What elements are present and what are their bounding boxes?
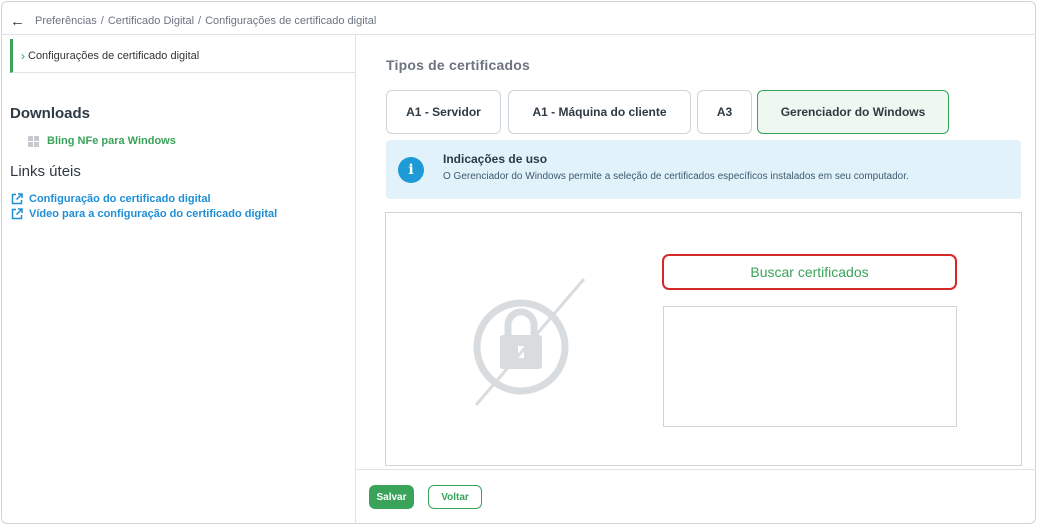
download-link-bling-nfe[interactable]: Bling NFe para Windows	[28, 135, 176, 147]
breadcrumb-item-current: Configurações de certificado digital	[205, 15, 377, 27]
no-certificate-lock-icon	[473, 278, 586, 406]
sidebar-item-configuracoes[interactable]: › Configurações de certificado digital	[10, 39, 356, 73]
link-label: Configuração do certificado digital	[29, 193, 211, 205]
save-button[interactable]: Salvar	[369, 485, 414, 509]
links-heading: Links úteis	[10, 163, 81, 180]
info-title: Indicações de uso	[443, 152, 548, 166]
breadcrumb-item-preferencias[interactable]: Preferências	[35, 15, 97, 27]
download-link-label: Bling NFe para Windows	[47, 135, 176, 147]
tab-a1-maquina-cliente[interactable]: A1 - Máquina do cliente	[508, 90, 691, 134]
sidebar: › Configurações de certificado digital D…	[1, 35, 356, 524]
breadcrumb-separator: /	[100, 15, 104, 27]
external-link-icon	[11, 193, 23, 205]
usage-info-banner: i Indicações de uso O Gerenciador do Win…	[386, 140, 1021, 199]
windows-icon	[28, 135, 39, 147]
footer-divider	[357, 469, 1036, 470]
link-configuracao-certificado[interactable]: Configuração do certificado digital	[11, 193, 211, 205]
sidebar-item-label: Configurações de certificado digital	[28, 49, 200, 62]
external-link-icon	[11, 208, 23, 220]
link-label: Vídeo para a configuração do certificado…	[29, 208, 278, 220]
back-arrow-icon[interactable]: ←	[10, 14, 25, 29]
certificate-panel: Buscar certificados	[385, 212, 1022, 466]
main-content: Tipos de certificados A1 - Servidor A1 -…	[357, 35, 1036, 524]
tab-gerenciador-windows[interactable]: Gerenciador do Windows	[757, 90, 949, 134]
link-video-configuracao[interactable]: Vídeo para a configuração do certificado…	[11, 208, 277, 220]
back-button[interactable]: Voltar	[428, 485, 482, 509]
certificates-list[interactable]	[663, 306, 957, 427]
downloads-heading: Downloads	[10, 105, 91, 122]
tab-a3[interactable]: A3	[697, 90, 752, 134]
tab-a1-servidor[interactable]: A1 - Servidor	[386, 90, 501, 134]
breadcrumb-item-certificado-digital[interactable]: Certificado Digital	[108, 15, 194, 27]
search-certificates-button[interactable]: Buscar certificados	[662, 254, 957, 290]
certificate-types-heading: Tipos de certificados	[386, 57, 530, 73]
info-icon: i	[398, 157, 424, 183]
chevron-right-icon: ›	[21, 48, 25, 63]
info-text: O Gerenciador do Windows permite a seleç…	[443, 171, 909, 182]
breadcrumb: ← Preferências / Certificado Digital / C…	[10, 12, 376, 30]
breadcrumb-separator: /	[198, 15, 202, 27]
